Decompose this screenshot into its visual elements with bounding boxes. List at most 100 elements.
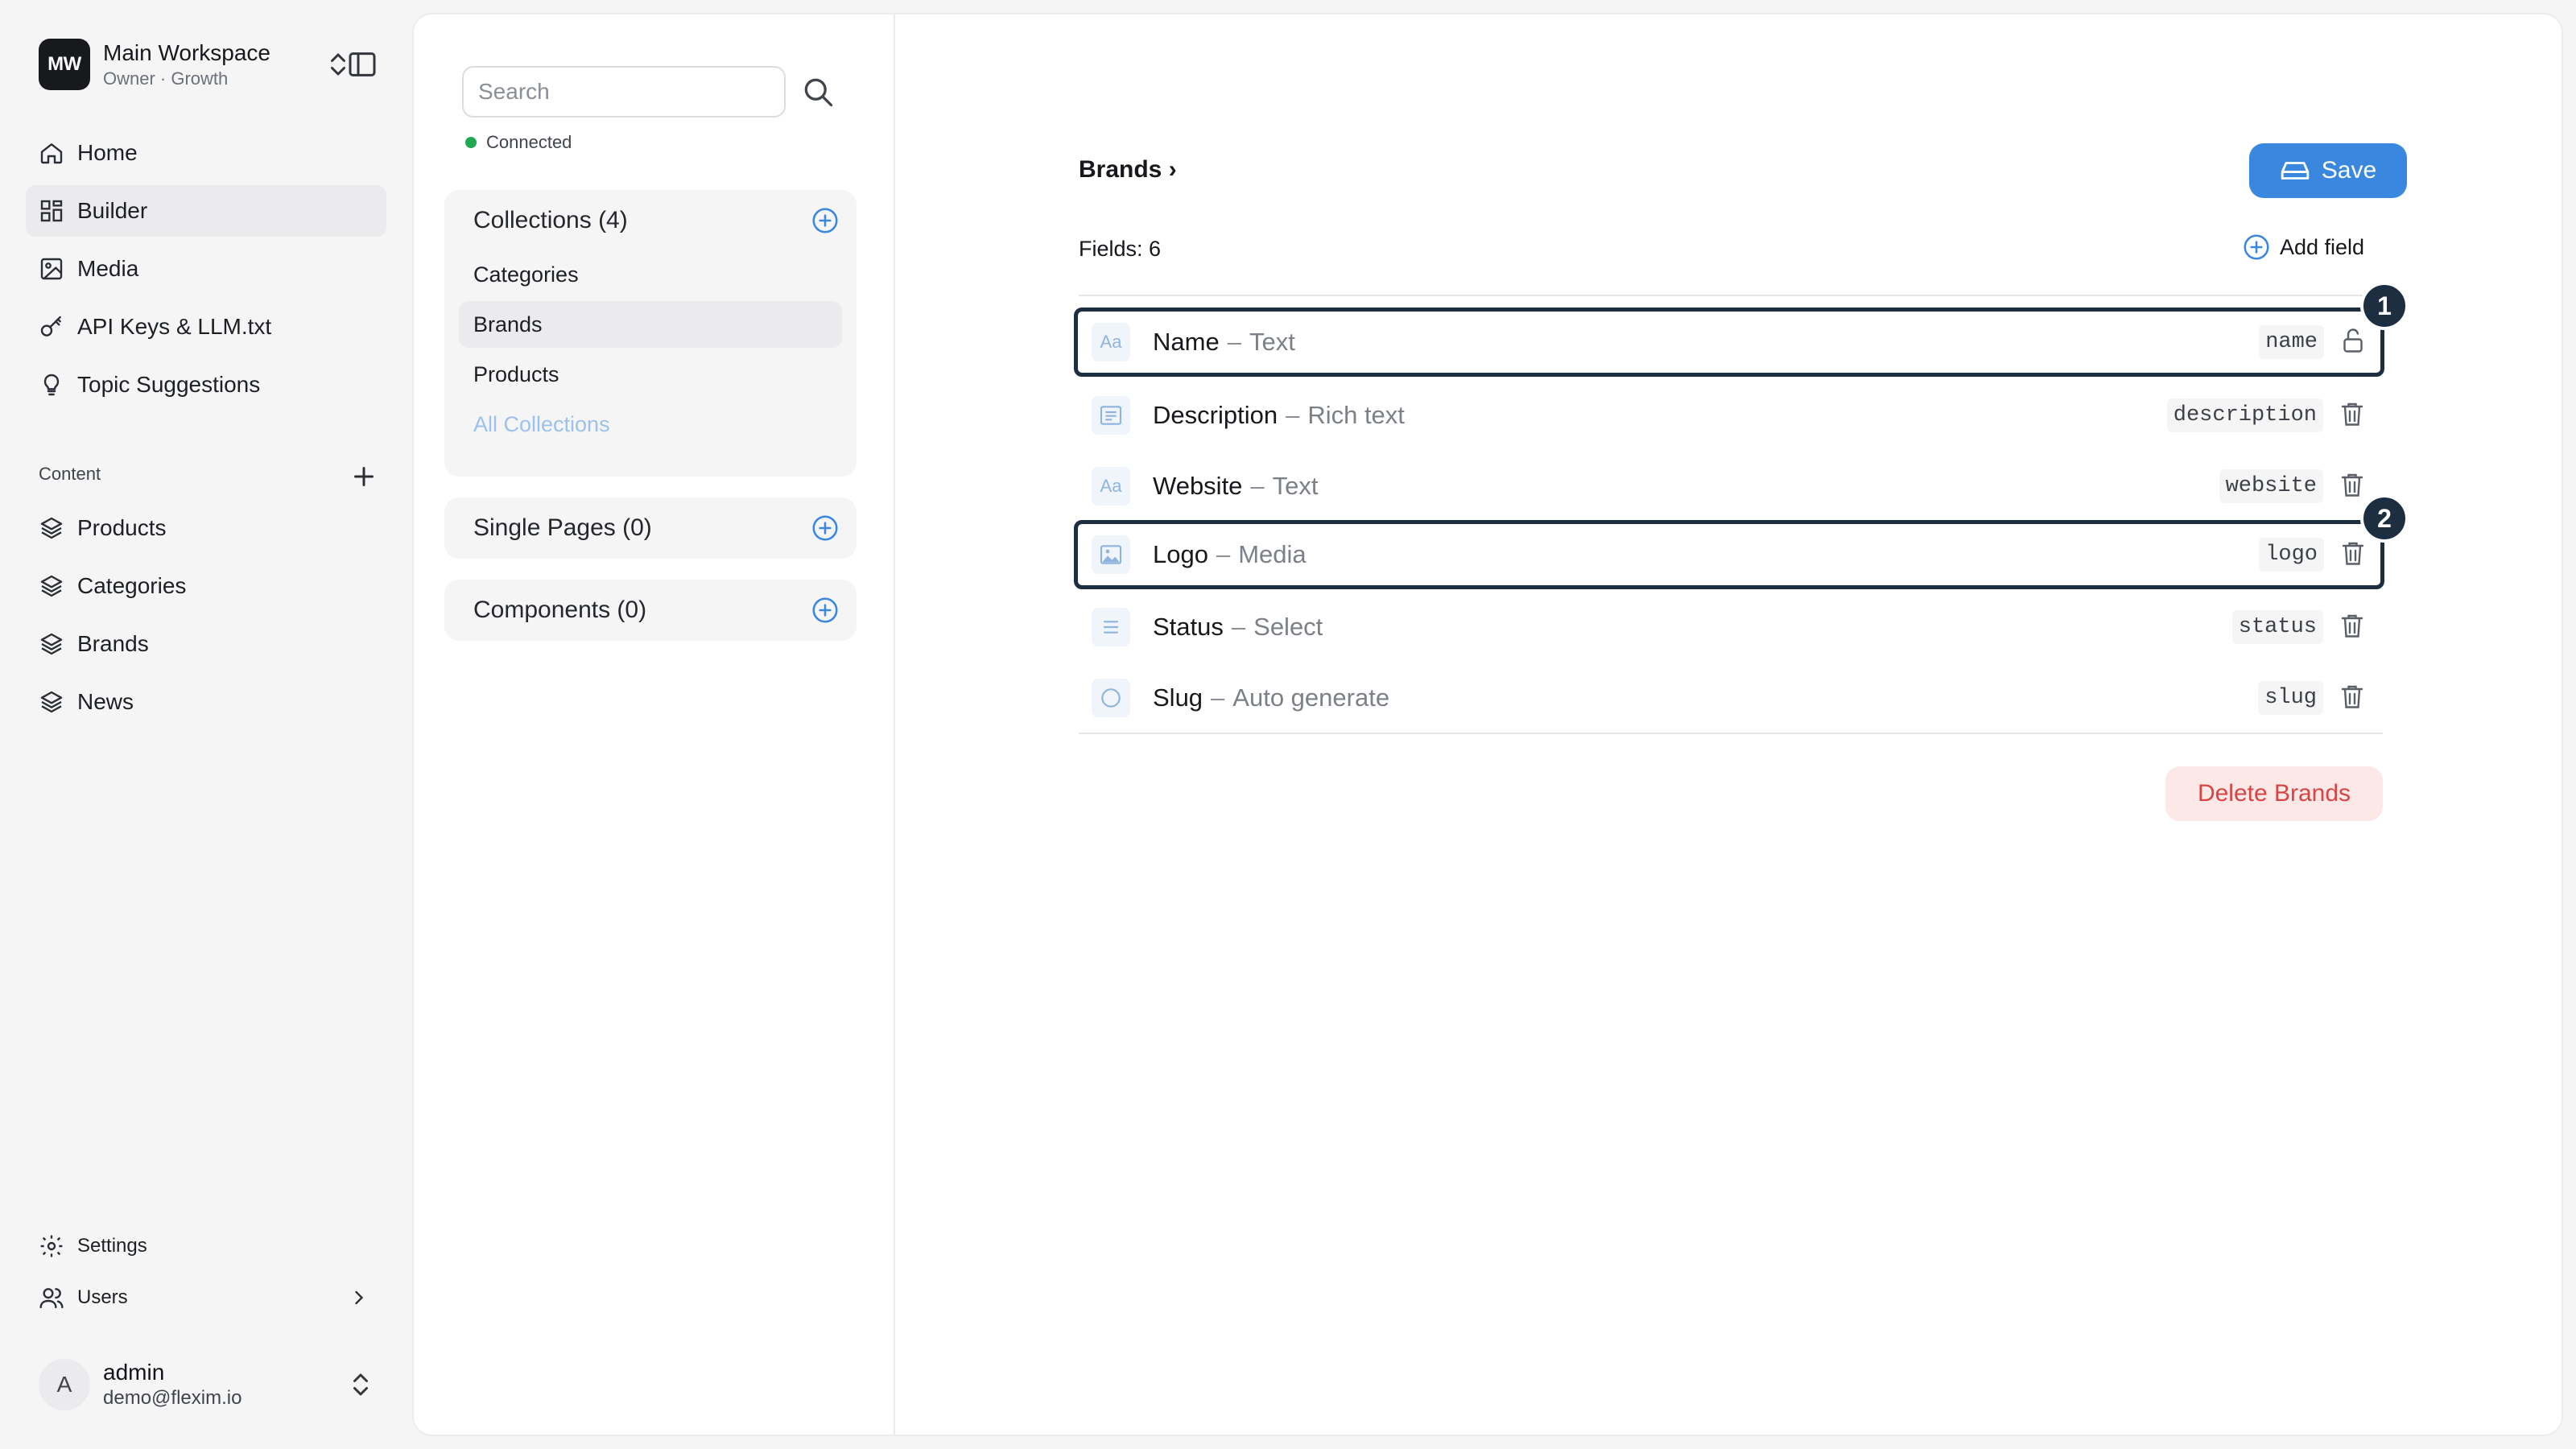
layers-icon <box>39 573 64 599</box>
field-key: website <box>2219 469 2323 503</box>
field-row-name[interactable]: Aa Name – Text name <box>1074 308 2384 377</box>
home-icon <box>39 140 64 166</box>
grid-icon <box>39 198 64 224</box>
components-header[interactable]: Components (0) <box>444 580 857 641</box>
image-icon <box>1092 535 1130 574</box>
field-row-logo[interactable]: Logo – Media logo <box>1074 520 2384 589</box>
annotation-badge: 1 <box>2360 282 2409 330</box>
field-dash: – <box>1250 472 1265 500</box>
single-pages-header[interactable]: Single Pages (0) <box>444 497 857 559</box>
add-content-icon[interactable] <box>349 462 378 491</box>
sidebar-toggle-icon[interactable] <box>346 48 378 80</box>
nav-item-home[interactable]: Home <box>26 127 386 179</box>
content-item-news[interactable]: News <box>26 676 386 728</box>
nav-label: Settings <box>77 1235 147 1257</box>
delete-collection-button[interactable]: Delete Brands <box>2165 766 2383 821</box>
single-pages-group: Single Pages (0) <box>444 497 857 559</box>
user-email: demo@flexim.io <box>103 1387 242 1409</box>
nav-item-users[interactable]: Users <box>26 1275 386 1320</box>
nav-label: Media <box>77 256 139 281</box>
field-type: Text <box>1249 328 1295 356</box>
add-field-button[interactable]: Add field <box>2241 232 2364 262</box>
nav-item-media[interactable]: Media <box>26 243 386 295</box>
collection-item-products[interactable]: Products <box>459 351 842 398</box>
divider <box>1079 295 2383 296</box>
field-name: Slug <box>1153 683 1203 712</box>
content-section-label: Content <box>39 464 101 484</box>
users-icon <box>39 1285 64 1311</box>
lock-icon[interactable] <box>2339 326 2368 358</box>
field-dash: – <box>1231 613 1246 641</box>
nav-item-topic-suggestions[interactable]: Topic Suggestions <box>26 359 386 411</box>
collection-item-categories[interactable]: Categories <box>459 251 842 298</box>
status-text: Connected <box>486 132 572 152</box>
nav-label: Home <box>77 140 138 165</box>
nav-label: Builder <box>77 198 148 223</box>
content-nav: Products Categories Brands News <box>26 502 386 734</box>
content-item-categories[interactable]: Categories <box>26 560 386 612</box>
nav-label: Topic Suggestions <box>77 372 261 397</box>
list-icon <box>1092 608 1130 646</box>
user-menu[interactable]: A admin demo@flexim.io <box>39 1352 385 1417</box>
nav-item-builder[interactable]: Builder <box>26 185 386 237</box>
nav-label: Categories <box>77 573 187 598</box>
field-key: status <box>2231 610 2323 644</box>
lightbulb-icon <box>39 372 64 398</box>
connection-status: Connected <box>465 132 572 153</box>
trash-icon[interactable] <box>2338 682 2367 714</box>
app-sidebar: MW Main Workspace Owner · Growth Home Bu… <box>0 0 411 1449</box>
field-dash: – <box>1286 401 1300 429</box>
trash-icon[interactable] <box>2339 539 2368 571</box>
save-button[interactable]: Save <box>2249 143 2407 198</box>
workspace-switcher[interactable]: MW Main Workspace Owner · Growth <box>39 37 377 92</box>
collection-editor: Brands › Save Fields: 6 Add field Aa Nam… <box>1074 14 2409 1435</box>
components-group: Components (0) <box>444 580 857 641</box>
trash-icon[interactable] <box>2338 611 2367 643</box>
field-name: Logo <box>1153 540 1208 568</box>
breadcrumb[interactable]: Brands › <box>1079 156 1177 184</box>
field-key: description <box>2166 398 2323 432</box>
search-icon[interactable] <box>800 74 836 109</box>
nav-label: Brands <box>77 631 149 656</box>
chevron-updown-icon[interactable] <box>346 1370 375 1399</box>
nav-item-settings[interactable]: Settings <box>26 1224 386 1269</box>
field-name: Description <box>1153 401 1278 429</box>
fields-count: Fields: 6 <box>1079 237 1162 261</box>
all-collections-link[interactable]: All Collections <box>459 401 842 448</box>
field-dash: – <box>1227 328 1241 356</box>
add-single-page-icon[interactable] <box>810 513 840 543</box>
image-icon <box>39 256 64 282</box>
collection-item-brands[interactable]: Brands <box>459 301 842 348</box>
key-icon <box>39 314 64 340</box>
text-aa-icon: Aa <box>1092 467 1130 506</box>
field-name: Status <box>1153 613 1224 641</box>
single-pages-title: Single Pages (0) <box>473 514 652 541</box>
trash-icon[interactable] <box>2338 399 2367 431</box>
user-name: admin <box>103 1360 165 1385</box>
nav-label: Users <box>77 1286 128 1308</box>
layers-icon <box>39 689 64 715</box>
trash-icon[interactable] <box>2338 470 2367 502</box>
add-collection-icon[interactable] <box>810 205 840 236</box>
gear-icon <box>39 1233 64 1259</box>
nav-item-api-keys[interactable]: API Keys & LLM.txt <box>26 301 386 353</box>
search-input[interactable] <box>462 66 786 118</box>
add-component-icon[interactable] <box>810 595 840 625</box>
field-row-status[interactable]: Status – Select status <box>1079 592 2383 662</box>
circle-icon <box>1092 679 1130 717</box>
nav-label: Products <box>77 515 167 540</box>
chevron-right-icon <box>348 1286 370 1309</box>
workspace-logo: MW <box>39 39 90 90</box>
field-row-website[interactable]: Aa Website – Text website <box>1079 452 2383 521</box>
content-item-products[interactable]: Products <box>26 502 386 554</box>
collections-header[interactable]: Collections (4) <box>444 190 857 251</box>
field-key: name <box>2259 325 2324 359</box>
field-key: logo <box>2259 538 2324 572</box>
field-name: Website <box>1153 472 1243 500</box>
plus-circle-icon <box>2244 234 2269 260</box>
field-row-description[interactable]: Description – Rich text description <box>1079 381 2383 450</box>
field-row-slug[interactable]: Slug – Auto generate slug <box>1079 663 2383 733</box>
content-item-brands[interactable]: Brands <box>26 618 386 670</box>
text-aa-icon: Aa <box>1092 323 1130 361</box>
schema-panel: Connected Collections (4) Categories Bra… <box>414 14 895 1435</box>
